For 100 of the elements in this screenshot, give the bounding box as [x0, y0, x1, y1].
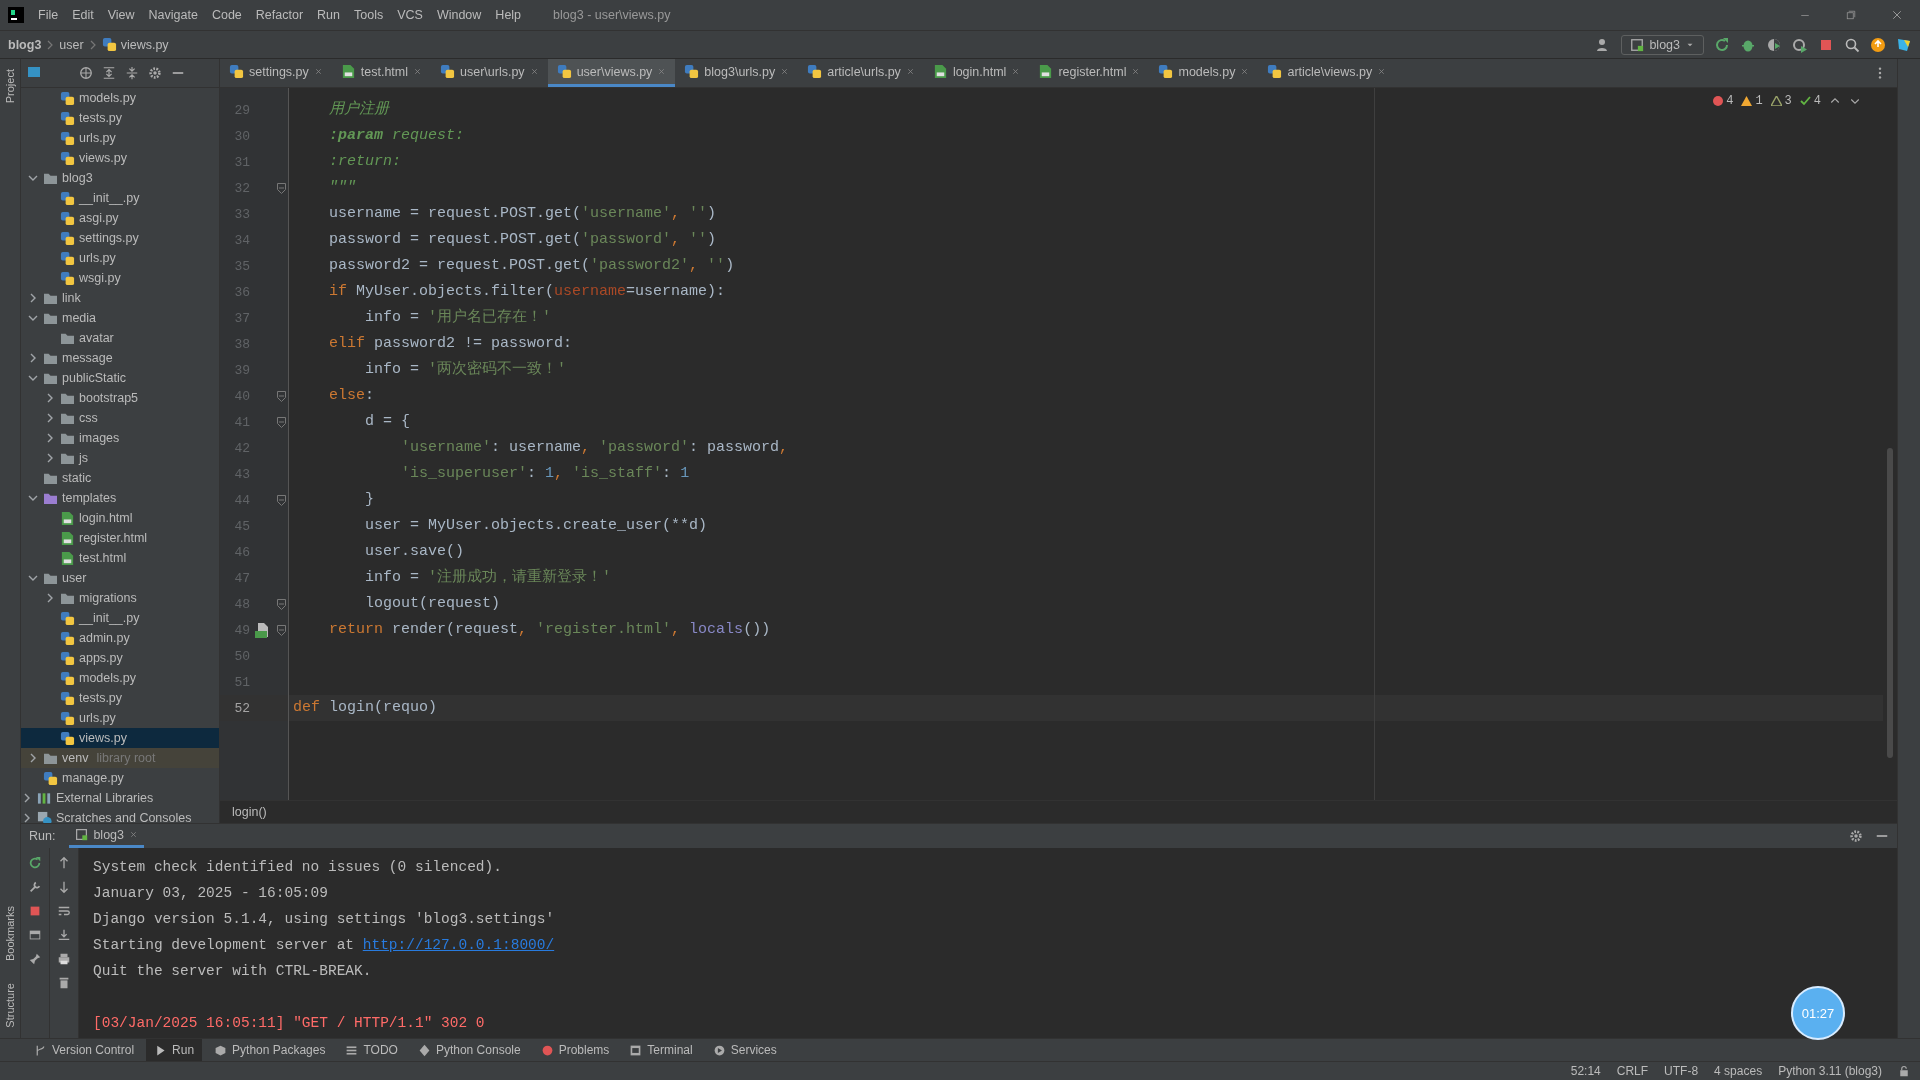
editor-tab[interactable]: article\urls.py	[798, 59, 924, 87]
tool-window-tab[interactable]: Project	[4, 63, 16, 110]
close-tab-icon[interactable]	[1011, 67, 1021, 76]
tree-item[interactable]: asgi.py	[21, 208, 219, 228]
lock-icon[interactable]	[1898, 1065, 1910, 1077]
close-tab-icon[interactable]	[413, 67, 422, 76]
wrench-icon[interactable]	[28, 880, 42, 894]
tree-item[interactable]: views.py	[21, 728, 219, 748]
menu-item[interactable]: Window	[436, 8, 482, 22]
tree-item[interactable]: templates	[21, 488, 219, 508]
editor-tab[interactable]: article\views.py	[1258, 59, 1396, 87]
tree-item[interactable]: views.py	[21, 148, 219, 168]
tree-item[interactable]: settings.py	[21, 228, 219, 248]
template-icon[interactable]	[253, 621, 271, 639]
tree-item[interactable]: register.html	[21, 528, 219, 548]
tool-window-tab[interactable]: Problems	[532, 1039, 618, 1061]
tool-window-tab[interactable]: TODO	[337, 1039, 406, 1061]
collapse-all-icon[interactable]	[125, 66, 139, 80]
tree-item[interactable]: test.html	[21, 548, 219, 568]
status-item[interactable]: UTF-8	[1664, 1064, 1699, 1078]
editor-breadcrumb[interactable]: login()	[232, 805, 267, 819]
inspection-count[interactable]: 4	[1799, 94, 1821, 108]
menu-item[interactable]: Run	[317, 8, 340, 22]
tree-item[interactable]: message	[21, 348, 219, 368]
menu-item[interactable]: Tools	[354, 8, 384, 22]
tree-item[interactable]: blog3	[21, 168, 219, 188]
settings-icon[interactable]	[1849, 829, 1863, 843]
inspection-count[interactable]: 4	[1713, 94, 1734, 108]
tree-item[interactable]: js	[21, 448, 219, 468]
stop-icon[interactable]	[28, 904, 42, 918]
editor-tab[interactable]: login.html	[923, 59, 1030, 87]
tool-window-tab[interactable]: Run	[146, 1039, 203, 1061]
rerun-icon[interactable]	[1714, 36, 1730, 53]
editor-tab[interactable]: user\urls.py	[431, 59, 548, 87]
fold-icon[interactable]	[276, 598, 286, 610]
status-item[interactable]: 52:14	[1570, 1064, 1601, 1078]
tool-window-tab[interactable]: Services	[704, 1039, 785, 1061]
tool-window-tab[interactable]: Version Control	[26, 1039, 143, 1061]
close-tab-icon[interactable]	[529, 67, 539, 76]
breadcrumb-item[interactable]: blog3	[8, 37, 42, 52]
tree-item[interactable]: __init__.py	[21, 608, 219, 628]
close-tab-icon[interactable]	[905, 67, 915, 76]
rerun-icon[interactable]	[28, 856, 42, 870]
fold-icon[interactable]	[276, 390, 286, 402]
breadcrumb-item[interactable]: views.py	[101, 37, 169, 52]
tree-item[interactable]: manage.py	[21, 768, 219, 788]
server-link[interactable]: http://127.0.0.1:8000/	[362, 937, 555, 953]
tool-window-tab[interactable]: Bookmarks	[4, 900, 16, 968]
breadcrumb-item[interactable]: user	[59, 37, 84, 52]
close-tab-icon[interactable]	[1240, 67, 1250, 76]
tree-item[interactable]: media	[21, 308, 219, 328]
status-item[interactable]: CRLF	[1616, 1064, 1649, 1078]
status-item[interactable]: Python 3.11 (blog3)	[1778, 1064, 1882, 1078]
tree-item[interactable]: __init__.py	[21, 188, 219, 208]
tree-item[interactable]: models.py	[21, 668, 219, 688]
tree-item[interactable]: urls.py	[21, 708, 219, 728]
menu-item[interactable]: Edit	[72, 8, 94, 22]
coverage-icon[interactable]	[1766, 36, 1782, 53]
profiler-icon[interactable]	[1792, 36, 1808, 53]
tree-item[interactable]: admin.py	[21, 628, 219, 648]
close-tab-icon[interactable]	[313, 67, 323, 76]
menu-item[interactable]: Refactor	[255, 8, 304, 22]
tree-item[interactable]: tests.py	[21, 108, 219, 128]
up-arrow-icon[interactable]	[57, 856, 71, 870]
restore-icon[interactable]	[1845, 9, 1857, 21]
fold-icon[interactable]	[276, 494, 286, 506]
layout-icon[interactable]	[28, 928, 42, 942]
tree-item[interactable]: tests.py	[21, 688, 219, 708]
tree-item[interactable]: apps.py	[21, 648, 219, 668]
print-icon[interactable]	[57, 952, 71, 966]
tree-item[interactable]: user	[21, 568, 219, 588]
locate-icon[interactable]	[79, 66, 93, 80]
scrollbar-thumb[interactable]	[1887, 448, 1893, 758]
tree-item[interactable]: wsgi.py	[21, 268, 219, 288]
menu-item[interactable]: File	[38, 8, 59, 22]
editor-tab[interactable]: register.html	[1029, 59, 1150, 87]
close-tab-icon[interactable]	[129, 830, 138, 839]
fold-icon[interactable]	[276, 416, 286, 428]
status-item[interactable]: 4 spaces	[1714, 1064, 1763, 1078]
tree-item[interactable]: bootstrap5	[21, 388, 219, 408]
editor-tab[interactable]: user\views.py	[547, 59, 676, 87]
tree-item[interactable]: publicStatic	[21, 368, 219, 388]
close-tab-icon[interactable]	[780, 67, 790, 76]
down-arrow-icon[interactable]	[57, 880, 71, 894]
tree-item[interactable]: migrations	[21, 588, 219, 608]
editor-tab[interactable]: test.html	[331, 59, 431, 87]
editor-tab[interactable]: models.py	[1149, 59, 1259, 87]
tree-item[interactable]: css	[21, 408, 219, 428]
close-icon[interactable]	[1891, 9, 1903, 21]
fold-icon[interactable]	[276, 624, 286, 636]
tree-item[interactable]: static	[21, 468, 219, 488]
inspection-count[interactable]: 1	[1741, 94, 1763, 108]
tool-window-tab[interactable]: Python Console	[409, 1039, 529, 1061]
inspection-count[interactable]: 3	[1770, 94, 1792, 108]
soft-wrap-icon[interactable]	[57, 904, 71, 918]
tree-item[interactable]: avatar	[21, 328, 219, 348]
expand-all-icon[interactable]	[102, 66, 116, 80]
editor-tab[interactable]: settings.py	[220, 59, 332, 87]
tool-window-tab[interactable]: Python Packages	[206, 1039, 334, 1061]
library-root-item[interactable]: venv library root	[21, 748, 219, 768]
